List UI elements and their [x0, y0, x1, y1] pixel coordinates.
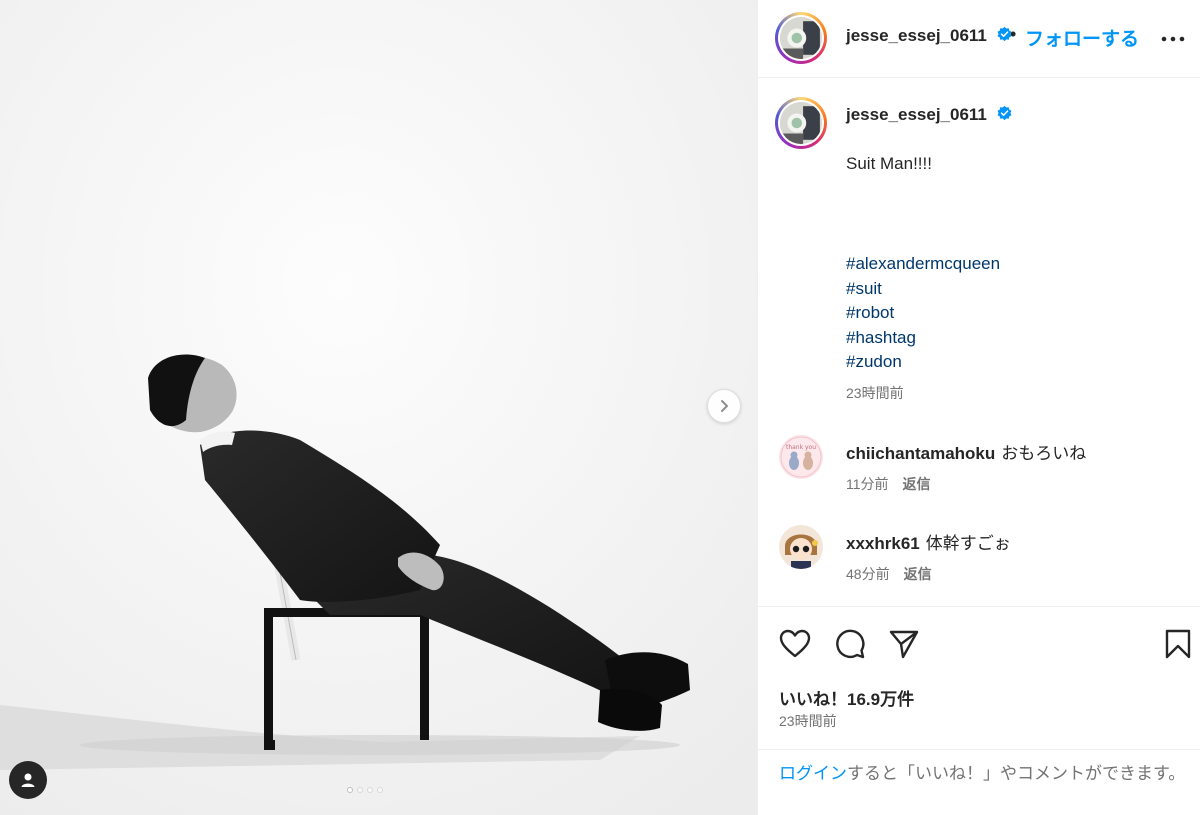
author-avatar[interactable] — [775, 12, 827, 64]
chevron-right-icon — [721, 400, 728, 412]
hashtag-link[interactable]: #robot — [846, 301, 1000, 326]
comment-line: chiichantamahoku おもろいね — [846, 439, 1086, 464]
more-options-icon — [1161, 36, 1185, 42]
login-prompt: ログインすると「いいね！」やコメントができます。 — [779, 761, 1189, 786]
commenter-avatar-image: thank you — [779, 435, 823, 479]
caption-text: Suit Man!!!! — [846, 154, 932, 173]
comment-meta: 48分前 返信 — [846, 564, 932, 584]
hashtag-link[interactable]: #suit — [846, 277, 1000, 302]
avatar-sticker-text: thank you — [786, 444, 816, 451]
caption-author-avatar[interactable] — [775, 97, 827, 149]
login-link[interactable]: ログイン — [779, 764, 847, 783]
share-icon — [889, 630, 919, 659]
post-media[interactable] — [0, 0, 757, 815]
verified-badge-icon — [997, 105, 1012, 121]
next-media-button[interactable] — [707, 389, 741, 423]
comment-text: 体幹すごぉ — [925, 534, 1011, 553]
divider — [758, 749, 1200, 750]
carousel-dot — [347, 787, 353, 793]
hashtag-link[interactable]: #zudon — [846, 350, 1000, 375]
comment-timestamp: 48分前 — [846, 566, 890, 582]
comment-icon — [836, 629, 865, 659]
like-count[interactable]: いいね！16.9万件 — [779, 685, 914, 710]
carousel-dot — [357, 787, 363, 793]
follow-button[interactable]: フォローする — [1025, 24, 1139, 51]
commenter-username[interactable]: xxxhrk61 — [846, 534, 920, 553]
commenter-avatar[interactable]: thank you — [779, 435, 823, 479]
header-separator: • — [1010, 24, 1017, 44]
author-username[interactable]: jesse_essej_0611 — [846, 26, 987, 45]
comment-timestamp: 11分前 — [846, 476, 889, 492]
caption-avatar-image — [780, 102, 822, 144]
post-timestamp: 23時間前 — [779, 713, 837, 729]
reply-button[interactable]: 返信 — [903, 476, 931, 492]
comment-meta: 11分前 返信 — [846, 474, 931, 494]
bookmark-icon — [1165, 629, 1191, 659]
divider — [758, 606, 1200, 607]
share-button[interactable] — [887, 627, 921, 661]
comment-button[interactable] — [833, 627, 867, 661]
more-options-button[interactable] — [1158, 24, 1188, 54]
author-avatar-image — [780, 17, 822, 59]
comment-text: おもろいね — [1001, 444, 1087, 463]
like-button[interactable] — [778, 627, 812, 661]
carousel-dot — [377, 787, 383, 793]
caption-username[interactable]: jesse_essej_0611 — [846, 105, 987, 124]
commenter-avatar-image — [779, 525, 823, 569]
carousel-indicator — [347, 787, 383, 793]
user-tag-button[interactable] — [9, 761, 47, 799]
comment-line: xxxhrk61 体幹すごぉ — [846, 529, 1011, 554]
post-details-panel: jesse_essej_0611 • フォローする jesse_essej_06… — [757, 0, 1200, 815]
caption-timestamp: 23時間前 — [846, 385, 904, 401]
save-button[interactable] — [1161, 627, 1195, 661]
post-photo — [0, 0, 757, 815]
reply-button[interactable]: 返信 — [904, 566, 932, 582]
hashtag-link[interactable]: #alexandermcqueen — [846, 252, 1000, 277]
heart-icon — [779, 629, 811, 658]
hashtag-list: #alexandermcqueen #suit #robot #hashtag … — [846, 252, 1000, 375]
post-header: jesse_essej_0611 • フォローする — [758, 0, 1200, 78]
login-prompt-text: すると「いいね！」やコメントができます。 — [847, 764, 1186, 783]
commenter-avatar[interactable] — [779, 525, 823, 569]
hashtag-link[interactable]: #hashtag — [846, 326, 1000, 351]
user-tag-icon — [21, 773, 35, 787]
carousel-dot — [367, 787, 373, 793]
commenter-username[interactable]: chiichantamahoku — [846, 444, 995, 463]
